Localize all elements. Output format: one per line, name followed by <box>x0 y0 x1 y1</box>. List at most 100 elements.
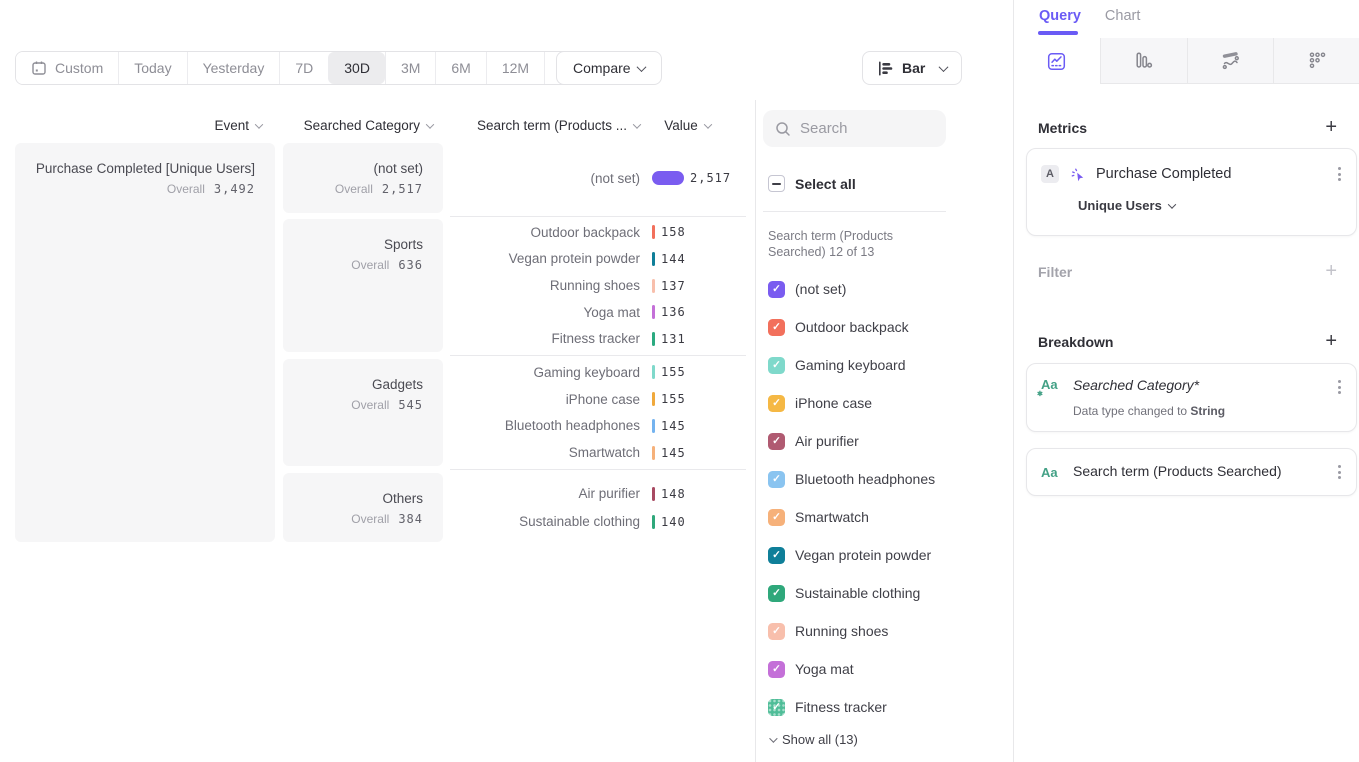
breakdown-menu-button[interactable] <box>1335 462 1344 482</box>
value-bar <box>652 225 655 239</box>
tab-bar-chart[interactable] <box>1100 38 1187 84</box>
category-name: (not set) <box>303 159 423 178</box>
divider <box>763 211 946 212</box>
metric-menu-button[interactable] <box>1335 164 1344 184</box>
term-row[interactable]: Yoga mat 136 <box>450 299 746 326</box>
term-row[interactable]: Smartwatch 145 <box>450 439 746 466</box>
category-name: Gadgets <box>303 375 423 394</box>
date-range-button[interactable]: 30D <box>328 52 385 84</box>
category-card[interactable]: Gadgets Overall545 <box>283 359 443 466</box>
chevron-down-icon <box>633 121 641 129</box>
checkbox[interactable] <box>768 547 785 564</box>
show-all-toggle[interactable]: Show all (13) <box>769 732 858 747</box>
legend-item[interactable]: Smartwatch <box>768 498 998 536</box>
legend-item-label: (not set) <box>795 281 846 297</box>
legend-item-label: Fitness tracker <box>795 699 887 715</box>
date-range-button[interactable]: 6M <box>435 52 485 84</box>
checkbox[interactable] <box>768 471 785 488</box>
checkbox[interactable] <box>768 623 785 640</box>
tab-funnel-dots[interactable] <box>1273 38 1359 84</box>
event-card[interactable]: Purchase Completed [Unique Users] Overal… <box>15 143 275 542</box>
term-row[interactable]: iPhone case 155 <box>450 386 746 413</box>
legend-item[interactable]: Gaming keyboard <box>768 346 998 384</box>
breakdown-card[interactable]: Aa Search term (Products Searched) <box>1026 448 1357 496</box>
term-row[interactable]: Fitness tracker 131 <box>450 325 746 352</box>
legend-item[interactable]: iPhone case <box>768 384 998 422</box>
term-row[interactable]: Bluetooth headphones 145 <box>450 413 746 440</box>
metric-card[interactable]: A Purchase Completed Unique Users <box>1026 148 1357 236</box>
query-panel: Query Chart <box>1013 0 1359 762</box>
legend-item[interactable]: Yoga mat <box>768 650 998 688</box>
date-range-button[interactable]: 3M <box>385 52 435 84</box>
category-card[interactable]: Sports Overall636 <box>283 219 443 352</box>
tab-flow[interactable] <box>1187 38 1274 84</box>
term-row[interactable]: Gaming keyboard 155 <box>450 359 746 386</box>
date-range-segmented-control: Custom Today Yesterday <box>15 51 621 85</box>
term-row[interactable]: Running shoes 137 <box>450 272 746 299</box>
term-row[interactable]: (not set) 2,517 <box>450 164 746 192</box>
term-label: iPhone case <box>450 392 640 407</box>
search-input[interactable] <box>800 120 930 137</box>
chevron-down-icon <box>426 121 434 129</box>
legend-item-label: Air purifier <box>795 433 859 449</box>
chart-type-dropdown[interactable]: Bar <box>862 51 962 85</box>
term-row[interactable]: Vegan protein powder 144 <box>450 246 746 273</box>
measure-dropdown[interactable]: Unique Users <box>1027 184 1356 213</box>
date-range-label: 7D <box>295 60 313 76</box>
legend-item-label: Vegan protein powder <box>795 547 931 563</box>
column-header-event[interactable]: Event <box>15 118 262 133</box>
column-header-value[interactable]: Value <box>655 118 720 133</box>
chevron-down-icon <box>704 121 712 129</box>
category-card[interactable]: Others Overall384 <box>283 473 443 542</box>
legend-item[interactable]: (not set) <box>768 270 998 308</box>
select-all-checkbox[interactable] <box>768 175 785 192</box>
term-value: 155 <box>661 365 686 379</box>
legend-item[interactable]: Running shoes <box>768 612 998 650</box>
add-metric-button[interactable]: + <box>1325 117 1337 138</box>
checkbox[interactable] <box>768 281 785 298</box>
compare-button[interactable]: Compare <box>556 51 662 85</box>
checkbox[interactable] <box>768 319 785 336</box>
term-row[interactable]: Sustainable clothing 140 <box>450 508 746 536</box>
legend-search[interactable] <box>763 110 946 147</box>
column-header-search-term[interactable]: Search term (Products ... <box>450 118 640 133</box>
breakdown-card[interactable]: Aa Searched Category* Data type changed … <box>1026 363 1357 432</box>
term-label: Fitness tracker <box>450 331 640 346</box>
checkbox[interactable] <box>768 433 785 450</box>
date-range-button[interactable]: 12M <box>486 52 544 84</box>
legend-item[interactable]: Fitness tracker <box>768 688 998 726</box>
checkbox[interactable] <box>768 357 785 374</box>
legend-item[interactable]: Bluetooth headphones <box>768 460 998 498</box>
add-filter-button[interactable]: + <box>1325 261 1337 282</box>
checkbox[interactable] <box>768 661 785 678</box>
date-range-button[interactable]: Custom <box>16 52 118 84</box>
select-all[interactable]: Select all <box>768 175 856 192</box>
date-range-button[interactable]: Yesterday <box>187 52 280 84</box>
tab-chart[interactable]: Chart <box>1105 8 1140 32</box>
event-spark-icon <box>1069 166 1086 183</box>
line-chart-icon <box>1047 52 1066 71</box>
term-label: Vegan protein powder <box>450 251 640 266</box>
checkbox[interactable] <box>768 585 785 602</box>
legend-item[interactable]: Sustainable clothing <box>768 574 998 612</box>
category-name: Sports <box>303 235 423 254</box>
term-row[interactable]: Outdoor backpack 158 <box>450 219 746 246</box>
legend-item[interactable]: Vegan protein powder <box>768 536 998 574</box>
term-value: 2,517 <box>690 171 731 185</box>
date-range-button[interactable]: Today <box>118 52 186 84</box>
date-range-button[interactable]: 7D <box>279 52 328 84</box>
legend-item[interactable]: Air purifier <box>768 422 998 460</box>
legend-item-label: Yoga mat <box>795 661 854 677</box>
term-row[interactable]: Air purifier 148 <box>450 480 746 508</box>
category-card[interactable]: (not set) Overall2,517 <box>283 143 443 213</box>
checkbox[interactable] <box>768 699 785 716</box>
checkbox[interactable] <box>768 395 785 412</box>
tab-line-chart[interactable] <box>1014 38 1100 84</box>
breakdown-menu-button[interactable] <box>1335 377 1344 397</box>
tab-query[interactable]: Query <box>1039 8 1081 32</box>
date-range-label: 3M <box>401 60 420 76</box>
column-header-searched-category[interactable]: Searched Category <box>283 118 433 133</box>
checkbox[interactable] <box>768 509 785 526</box>
legend-item[interactable]: Outdoor backpack <box>768 308 998 346</box>
add-breakdown-button[interactable]: + <box>1325 331 1337 352</box>
